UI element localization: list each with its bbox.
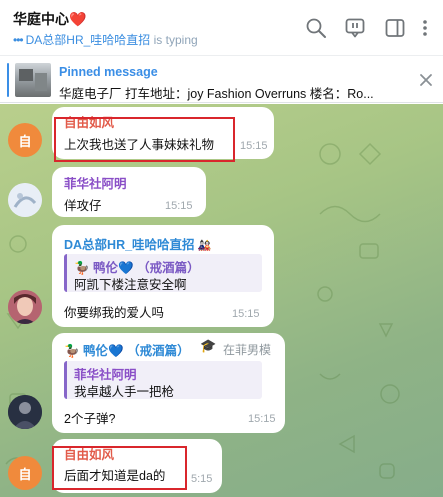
reply-quote[interactable]: 🦆 鸭伦💙 （戒酒篇） 阿凯下楼注意安全啊	[64, 254, 262, 292]
highlight-box	[52, 446, 187, 490]
quote-text: 阿凯下楼注意安全啊	[74, 278, 187, 292]
pin-thumbnail	[15, 63, 51, 97]
typing-indicator: ••• DA总部HR_哇哈哈直招 is typing	[13, 31, 198, 48]
chat-title-text: 华庭中心	[13, 11, 69, 27]
avatar[interactable]: 自	[8, 123, 42, 157]
sidebar-toggle-icon[interactable]	[384, 17, 406, 39]
message-sender[interactable]: 菲华社阿明	[64, 173, 127, 192]
highlight-box	[54, 117, 235, 162]
message-time: 15:15	[232, 308, 260, 320]
typing-user: DA总部HR_哇哈哈直招	[25, 33, 151, 47]
pinned-message[interactable]: Pinned message 华庭电子厂 打车地址：joy Fashion Ov…	[0, 55, 443, 103]
message-sender[interactable]: 🦆 鸭伦💙 （戒酒篇）	[64, 340, 190, 359]
background-pattern	[317, 142, 400, 479]
chat-header: 华庭中心❤️ ••• DA总部HR_哇哈哈直招 is typing	[0, 0, 443, 55]
typing-dots-icon: •••	[13, 33, 24, 47]
sender-tag: 在菲男模	[223, 343, 272, 357]
avatar[interactable]: 自	[8, 456, 42, 490]
search-icon[interactable]	[305, 17, 327, 39]
avatar-image	[8, 183, 42, 217]
message-text: 你要绑我的爱人吗	[64, 306, 165, 320]
reply-quote[interactable]: 菲华社阿明 我卓越人手一把枪	[64, 361, 262, 399]
message-bubble[interactable]: 菲华社阿明 佯攻仔 15:15	[52, 167, 206, 217]
message-time: 15:15	[248, 413, 276, 425]
pinned-text: 华庭电子厂 打车地址：joy Fashion Overruns 楼名：Ro...	[59, 87, 374, 101]
avatar-image	[8, 290, 42, 324]
message-time: 5:15	[191, 473, 213, 485]
avatar-image	[8, 395, 42, 429]
message-sender[interactable]: DA总部HR_哇哈哈直招 🎎	[64, 234, 211, 253]
quote-text: 我卓越人手一把枪	[74, 385, 175, 399]
typing-verb: is typing	[153, 33, 198, 47]
sender-emoji: 🎎	[194, 240, 212, 252]
pinned-title: Pinned message	[59, 65, 158, 79]
message-text: 2个子弹?	[64, 412, 116, 426]
message-bubble[interactable]: 🦆 鸭伦💙 （戒酒篇） 🎓 在菲男模 菲华社阿明 我卓越人手一把枪 2个子弹? …	[52, 333, 285, 433]
avatar-initial: 自	[18, 134, 32, 149]
sender-name: DA总部HR_哇哈哈直招	[64, 238, 195, 252]
avatar[interactable]	[8, 290, 42, 324]
heart-emoji: ❤️	[69, 11, 87, 27]
comment-icon[interactable]	[344, 17, 366, 39]
chat-messages-area[interactable]: 自 自由如风 上次我也送了人事妹妹礼物 15:15 菲华社阿明 佯攻仔 15:1…	[0, 104, 443, 497]
close-icon[interactable]	[418, 72, 434, 88]
avatar-initial: 自	[18, 467, 32, 482]
sender-badge-icon: 🎓	[200, 338, 217, 353]
avatar[interactable]	[8, 183, 42, 217]
avatar[interactable]	[8, 395, 42, 429]
background-pattern-left	[5, 235, 30, 465]
pinned-accent-bar	[7, 63, 9, 97]
chat-title[interactable]: 华庭中心❤️	[13, 9, 86, 29]
message-bubble[interactable]: DA总部HR_哇哈哈直招 🎎 🦆 鸭伦💙 （戒酒篇） 阿凯下楼注意安全啊 你要绑…	[52, 225, 274, 327]
more-icon[interactable]	[417, 17, 433, 39]
message-time: 15:15	[240, 140, 268, 152]
message-time: 15:15	[165, 200, 193, 212]
message-text: 佯攻仔	[64, 199, 102, 213]
